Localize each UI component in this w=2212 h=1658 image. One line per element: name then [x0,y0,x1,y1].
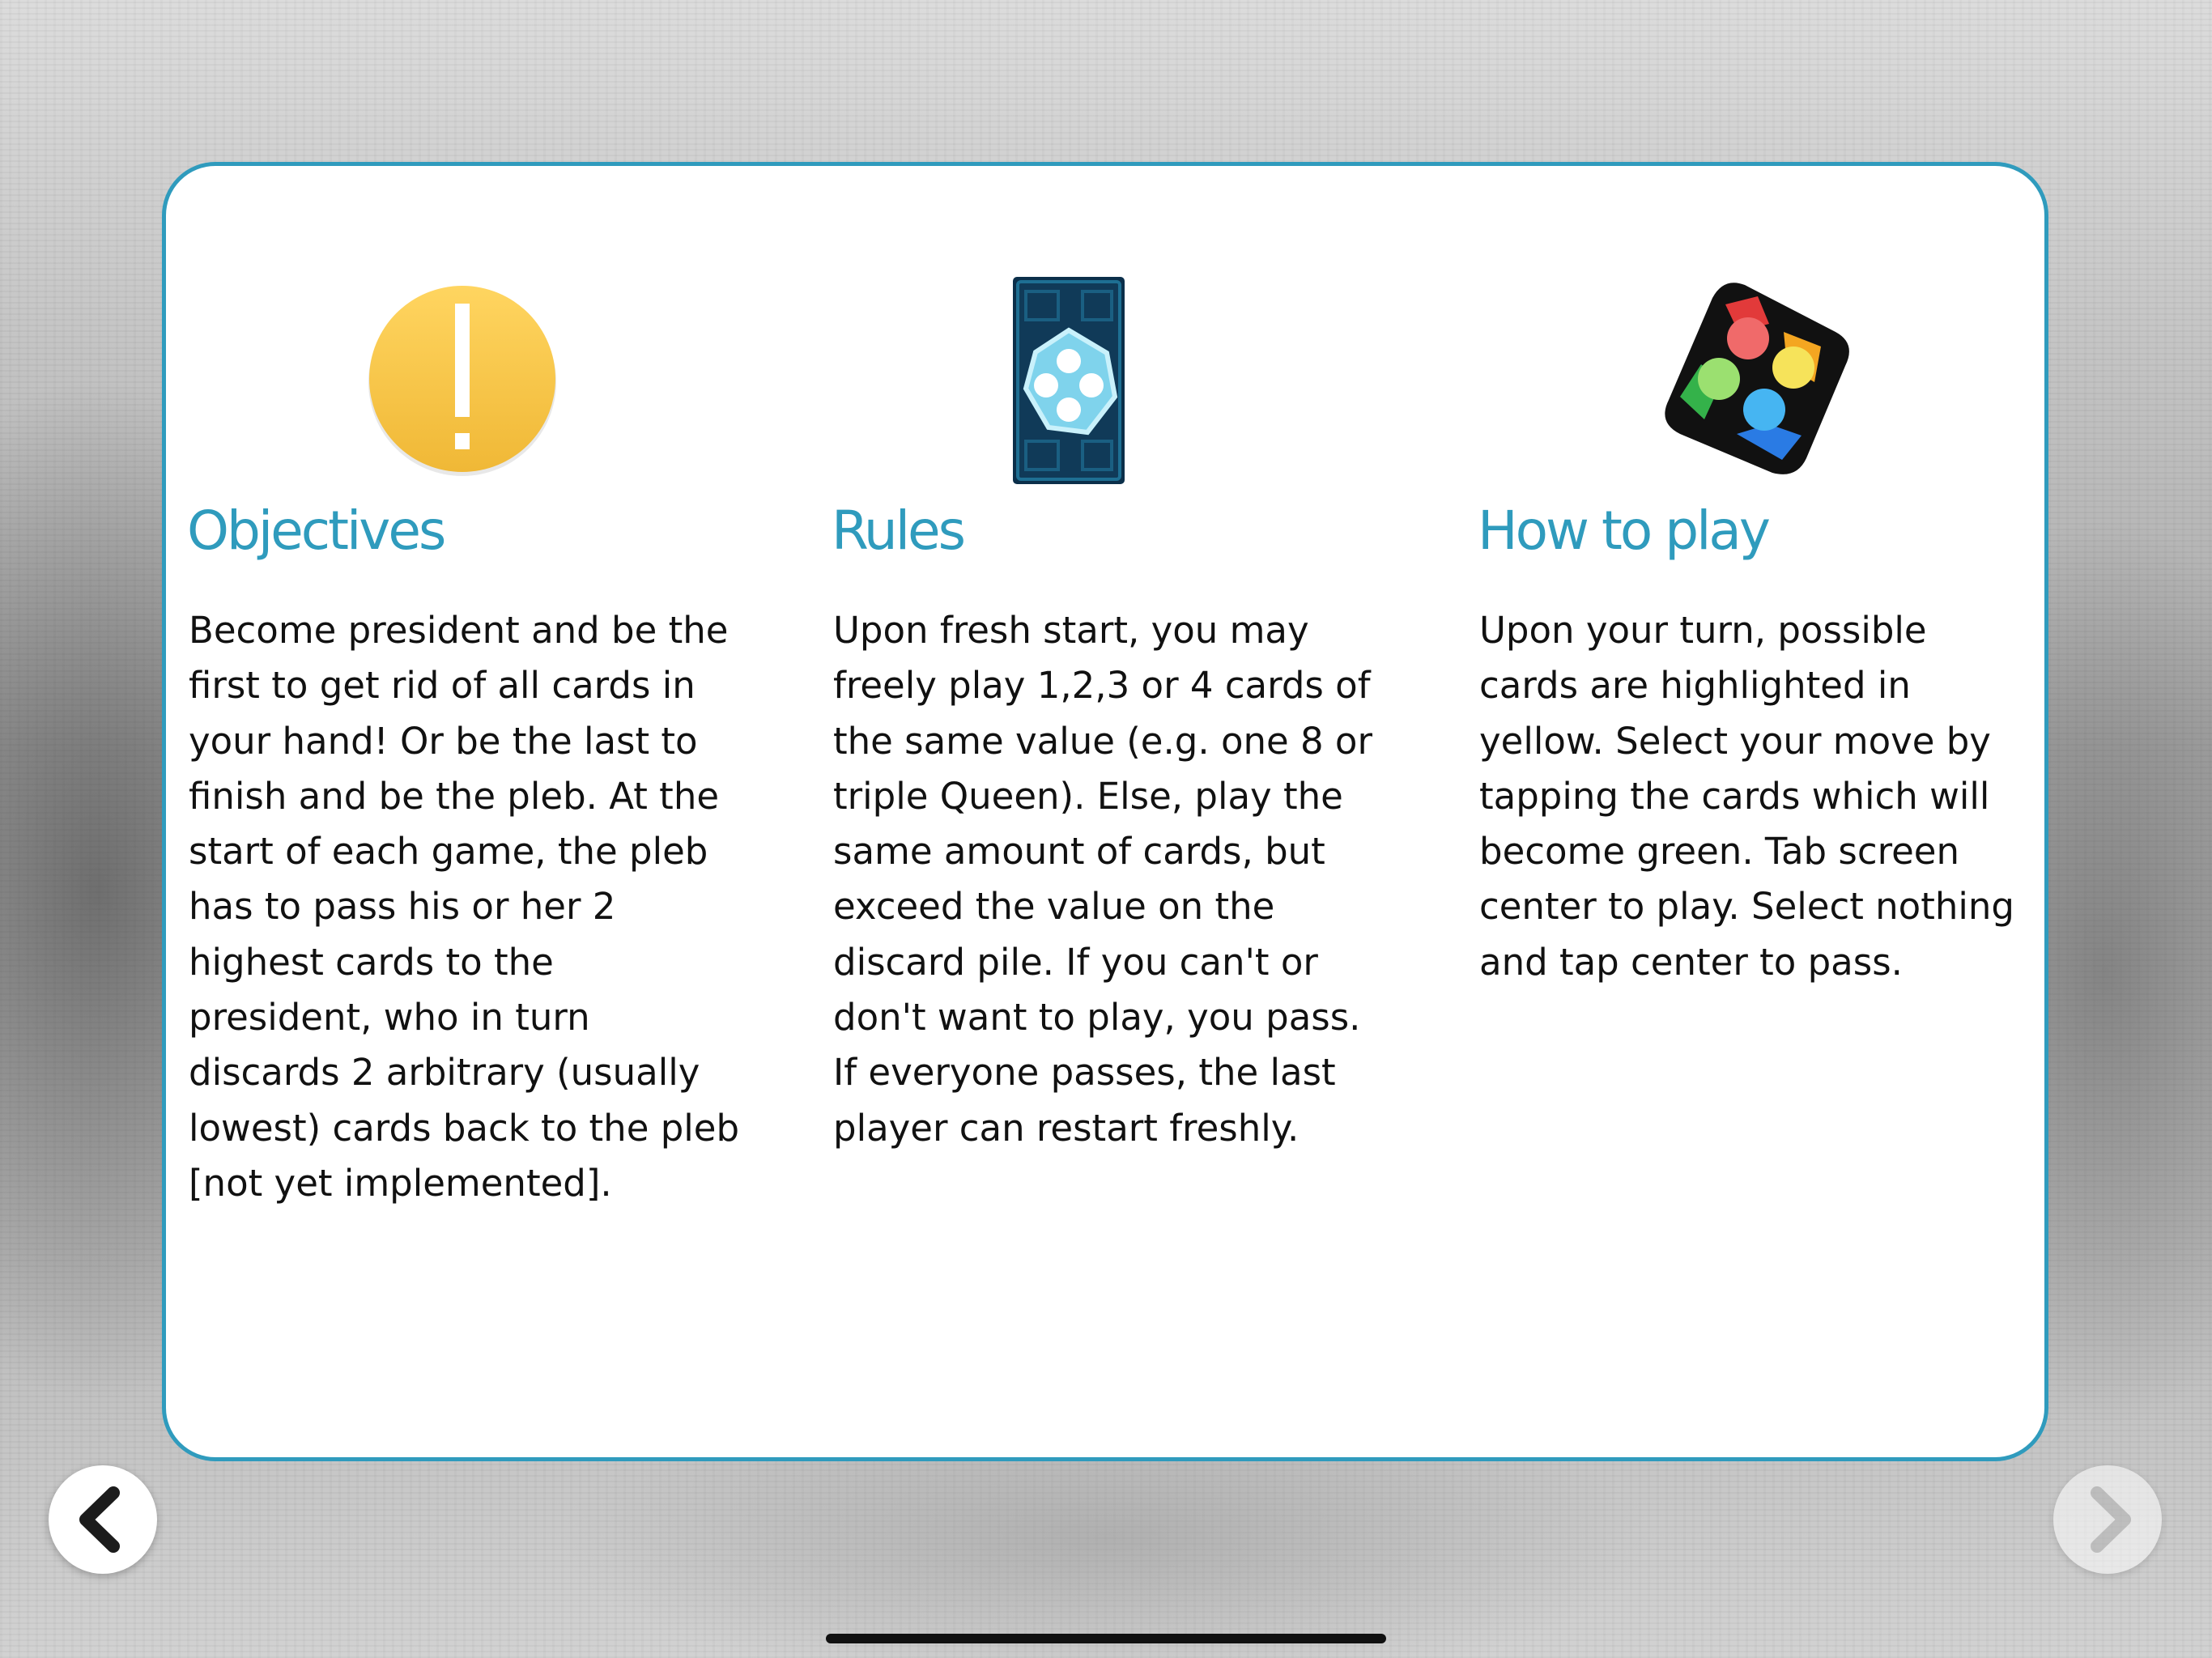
next-button[interactable] [2053,1465,2162,1574]
chevron-left-icon [79,1486,120,1553]
rules-heading: Rules [832,500,966,562]
objectives-heading: Objectives [187,500,446,562]
instructions-panel: Objectives Become president and be the f… [162,162,2048,1461]
back-button[interactable] [49,1465,157,1574]
card-back-icon [1010,275,1220,486]
how-to-play-heading: How to play [1478,500,1771,562]
game-controller-icon [1648,275,1858,486]
how-to-play-text: Upon your turn, possible cards are highl… [1479,609,2014,984]
rules-text: Upon fresh start, you may freely play 1,… [833,609,1372,1150]
chevron-right-icon [2091,1486,2131,1553]
objectives-text: Become president and be the first to get… [189,609,740,1205]
exclamation-circle-icon [365,283,576,494]
how-to-play-column: How to play Upon your turn, possible car… [1478,166,2044,1457]
home-indicator[interactable] [826,1634,1386,1643]
objectives-column: Objectives Become president and be the f… [187,166,754,1457]
rules-column: Rules Upon fresh start, you may freely p… [832,166,1398,1457]
